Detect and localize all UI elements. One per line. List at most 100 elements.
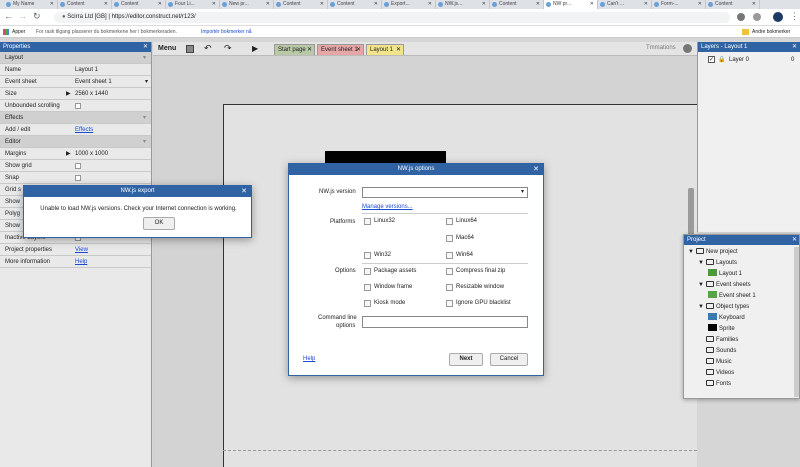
close-icon[interactable]: ✕ — [698, 0, 702, 9]
cancel-button[interactable]: Cancel — [490, 353, 528, 366]
menu-button[interactable]: Menu — [158, 45, 176, 52]
option-checkbox[interactable] — [364, 268, 371, 275]
platform-checkbox[interactable] — [446, 235, 453, 242]
project-tree-item[interactable]: Families — [698, 335, 738, 345]
project-tree-item[interactable]: Fonts — [698, 379, 731, 389]
close-icon[interactable]: ✕ — [590, 0, 594, 9]
platform-checkbox[interactable] — [446, 218, 453, 225]
close-icon[interactable]: ✕ — [356, 45, 361, 55]
close-icon[interactable]: ✕ — [104, 0, 108, 9]
project-tree-item[interactable]: Layout 1 — [708, 269, 742, 279]
browser-tab[interactable]: Content ✕ — [328, 0, 382, 9]
close-icon[interactable]: ✕ — [320, 0, 324, 9]
browser-tab[interactable]: Can't ... ✕ — [598, 0, 652, 9]
project-tree-item[interactable]: Sprite — [708, 324, 735, 334]
back-icon[interactable]: ← — [4, 11, 13, 21]
project-tree-item[interactable]: Sounds — [698, 346, 736, 356]
browser-tab[interactable]: Content ✕ — [490, 0, 544, 9]
extension-icon[interactable] — [753, 13, 761, 21]
browser-tab[interactable]: Form-... ✕ — [652, 0, 706, 9]
apps-icon[interactable] — [3, 29, 9, 35]
layer-visible-checkbox[interactable]: ✓ — [708, 56, 715, 63]
apps-label[interactable]: Apper — [12, 26, 25, 38]
close-icon[interactable]: ✕ — [241, 186, 247, 197]
nwjs-version-select[interactable]: ▾ — [362, 187, 528, 198]
browser-tab[interactable]: Four Li... ✕ — [166, 0, 220, 9]
expand-arrow-icon[interactable]: ▼ — [698, 260, 704, 266]
property-row[interactable]: More information Help — [0, 256, 151, 268]
property-link[interactable]: View — [75, 244, 88, 256]
save-icon[interactable] — [186, 45, 194, 53]
property-checkbox[interactable] — [75, 163, 81, 169]
browser-tab[interactable]: My Name ✕ — [4, 0, 58, 9]
browser-tab[interactable]: Content ✕ — [58, 0, 112, 9]
platform-checkbox[interactable] — [364, 218, 371, 225]
reload-icon[interactable]: ↻ — [33, 11, 41, 22]
close-icon[interactable]: ✕ — [158, 0, 162, 9]
editor-tab[interactable]: Event sheet 1 ✕ — [317, 44, 364, 55]
property-value[interactable]: 1000 x 1000 — [75, 148, 108, 160]
close-icon[interactable]: ✕ — [536, 0, 540, 9]
next-button[interactable]: Next — [449, 353, 483, 366]
url-field[interactable]: ● Scirra Ltd [GB] | https://editor.const… — [54, 12, 730, 23]
property-link[interactable]: Effects — [75, 124, 93, 136]
project-tree-item[interactable]: Keyboard — [708, 313, 745, 323]
other-bookmarks[interactable]: Andre bokmerker — [752, 26, 790, 38]
expand-arrow-icon[interactable]: ▼ — [698, 282, 704, 288]
property-value[interactable]: 2560 x 1440 — [75, 88, 108, 100]
editor-tab[interactable]: Start page ✕ — [274, 44, 315, 55]
close-icon[interactable]: ✕ — [644, 0, 648, 9]
project-tree-item[interactable]: Music — [698, 357, 732, 367]
close-icon[interactable]: ✕ — [428, 0, 432, 9]
browser-tab[interactable]: NW pr... ✕ — [544, 0, 598, 9]
redo-icon[interactable]: ↷ — [224, 43, 232, 54]
browser-tab[interactable]: Export... ✕ — [382, 0, 436, 9]
project-tree-item[interactable]: Videos — [698, 368, 734, 378]
property-row[interactable]: Show grid — [0, 160, 151, 172]
option-checkbox[interactable] — [446, 284, 453, 291]
property-row[interactable]: Name Layout 1 — [0, 64, 151, 76]
layer-row[interactable]: ✓ 🔒 Layer 0 0 — [708, 55, 798, 65]
chevron-down-icon[interactable]: ▾ — [143, 52, 146, 64]
browser-tab[interactable]: NW.js... ✕ — [436, 0, 490, 9]
close-icon[interactable]: ✕ — [533, 164, 539, 175]
chrome-menu-icon[interactable]: ⋮ — [790, 11, 799, 22]
close-icon[interactable]: ✕ — [792, 42, 797, 52]
option-checkbox[interactable] — [446, 268, 453, 275]
property-row[interactable]: Project properties View — [0, 244, 151, 256]
manage-versions-link[interactable]: Manage versions... — [362, 204, 413, 210]
browser-tab[interactable]: Content ✕ — [274, 0, 328, 9]
chevron-down-icon[interactable]: ▾ — [143, 112, 146, 124]
property-row[interactable]: Event sheet Event sheet 1 ▾ — [0, 76, 151, 88]
expand-arrow-icon[interactable]: ▼ — [688, 249, 694, 255]
option-checkbox[interactable] — [364, 284, 371, 291]
lock-icon[interactable]: 🔒 — [718, 55, 725, 65]
import-bookmarks-link[interactable]: Importér bokmerker nå — [201, 26, 252, 38]
option-checkbox[interactable] — [446, 300, 453, 307]
property-row[interactable]: Unbounded scrolling — [0, 100, 151, 112]
property-checkbox[interactable] — [75, 103, 81, 109]
expand-arrow-icon[interactable]: ▶ — [66, 88, 71, 100]
chevron-down-icon[interactable]: ▾ — [145, 76, 148, 88]
platform-checkbox[interactable] — [364, 252, 371, 259]
property-value[interactable]: Layout 1 — [75, 64, 98, 76]
property-row[interactable]: Size 2560 x 1440 ▶ — [0, 88, 151, 100]
browser-tab[interactable]: Content ✕ — [112, 0, 166, 9]
close-icon[interactable]: ✕ — [212, 0, 216, 9]
ok-button[interactable]: OK — [143, 217, 175, 230]
play-icon[interactable]: ▶ — [252, 44, 258, 53]
chevron-down-icon[interactable]: ▾ — [143, 136, 146, 148]
expand-arrow-icon[interactable]: ▼ — [698, 304, 704, 310]
property-row[interactable]: Add / edit Effects — [0, 124, 151, 136]
profile-avatar[interactable] — [773, 12, 783, 22]
project-tree-item[interactable]: ▼ Layouts — [698, 258, 737, 268]
close-icon[interactable]: ✕ — [792, 235, 797, 245]
project-tree-item[interactable]: Event sheet 1 — [708, 291, 756, 301]
forward-icon[interactable]: → — [18, 11, 27, 21]
command-line-input[interactable] — [362, 316, 528, 328]
option-checkbox[interactable] — [364, 300, 371, 307]
browser-tab[interactable]: New pr... ✕ — [220, 0, 274, 9]
browser-tab[interactable]: Content ✕ — [706, 0, 760, 9]
close-icon[interactable]: ✕ — [307, 45, 312, 55]
black-sprite[interactable] — [325, 151, 446, 163]
